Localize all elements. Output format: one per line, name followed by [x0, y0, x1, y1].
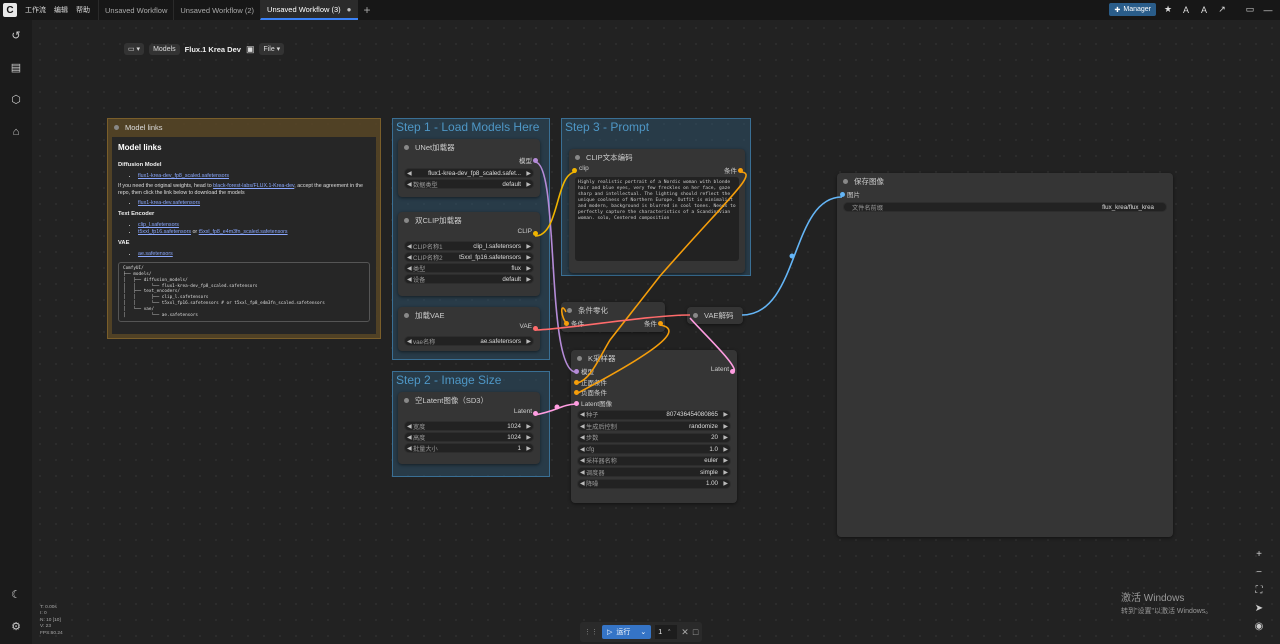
activate-subtitle: 转到"设置"以激活 Windows。	[1121, 608, 1213, 615]
activate-title: 激活 Windows	[1121, 593, 1185, 604]
stop-icon[interactable]: □	[693, 627, 698, 637]
model-link	[534, 161, 577, 373]
run-button[interactable]: ▷ 运行 ⌄	[602, 625, 652, 639]
samples-link	[689, 317, 736, 373]
negative-link	[575, 324, 670, 395]
drag-handle-icon[interactable]: ⋮⋮	[584, 628, 598, 636]
toggle-links-icon[interactable]: ◉	[1248, 621, 1270, 639]
run-label: 运行	[616, 629, 631, 636]
zoom-out-icon[interactable]: −	[1248, 567, 1270, 585]
zoom-in-icon[interactable]: +	[1248, 549, 1270, 567]
node-links	[534, 161, 843, 416]
batch-value: 1	[658, 628, 663, 636]
stat-fps: FPS:60.24	[40, 630, 63, 636]
batch-count-input[interactable]: 1 ⌃	[655, 625, 678, 639]
fit-view-icon[interactable]: ⛶	[1248, 585, 1270, 603]
zero-in-link	[560, 307, 569, 326]
chevron-down-icon[interactable]: ⌄	[640, 628, 646, 636]
cancel-icon[interactable]: ✕	[681, 627, 689, 638]
stepper-icon[interactable]: ⌃	[667, 629, 671, 635]
select-mode-icon[interactable]: ➤	[1248, 603, 1270, 621]
run-toolbar: ⋮⋮ ▷ 运行 ⌄ 1 ⌃ ✕ □	[580, 622, 703, 642]
zoom-controls: + − ⛶ ➤ ◉	[1248, 549, 1270, 639]
play-icon: ▷	[607, 629, 613, 636]
clip-link	[534, 171, 577, 237]
perf-stats: T: 0.00s I: 0 N: 10 [10] V: 23 FPS:60.24	[40, 605, 63, 637]
windows-activation-watermark: 激活 Windows 转到"设置"以激活 Windows。	[1121, 589, 1212, 616]
